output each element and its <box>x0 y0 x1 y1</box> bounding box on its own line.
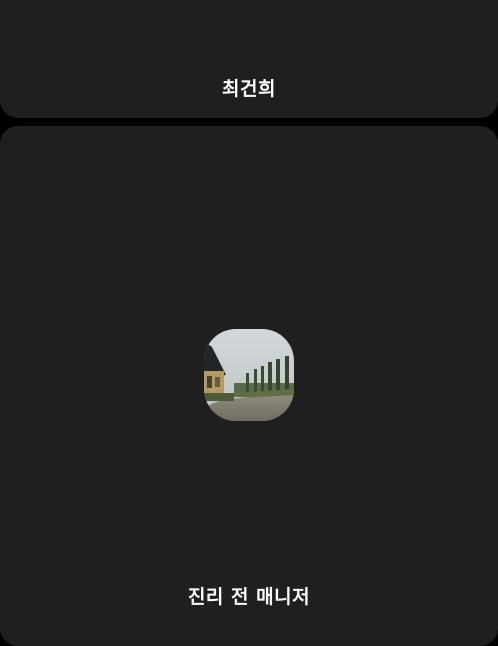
avatar-photo-image <box>204 329 294 421</box>
participant-tile-1[interactable]: 최건희 <box>0 0 498 118</box>
participant-name: 최건희 <box>222 78 276 100</box>
participant-name: 진리 전 매니저 <box>187 586 311 608</box>
participant-tile-2[interactable]: 진리 전 매니저 <box>0 126 498 646</box>
participant-avatar <box>204 329 294 421</box>
